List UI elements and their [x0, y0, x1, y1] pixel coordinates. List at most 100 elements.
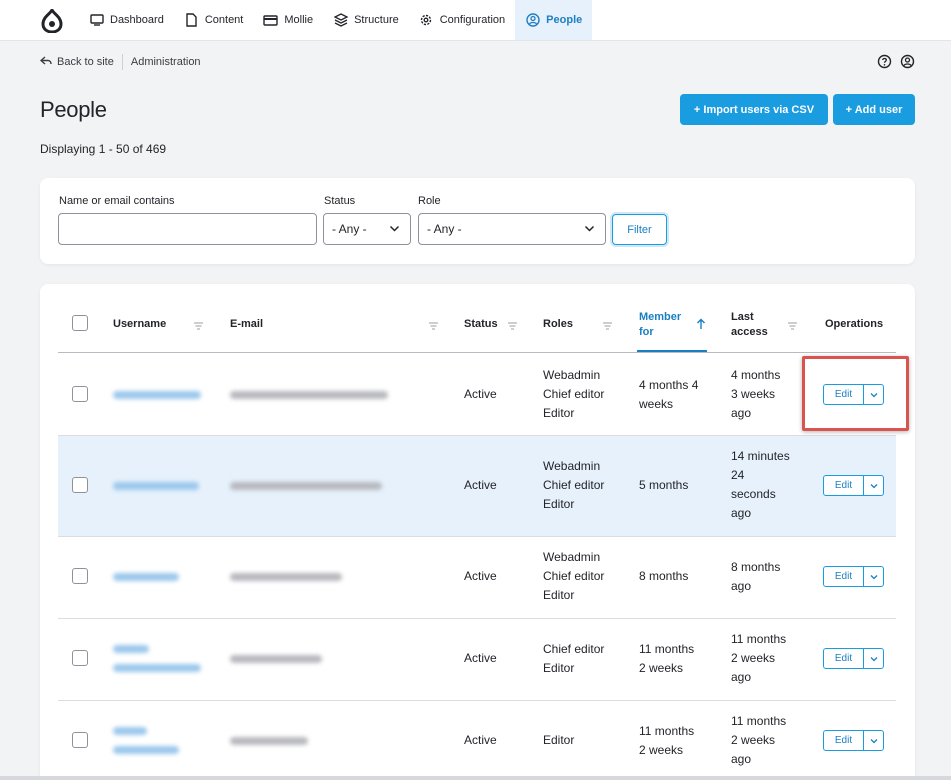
- role-select[interactable]: - Any -: [418, 213, 606, 245]
- row-checkbox[interactable]: [72, 386, 88, 402]
- edit-dropbutton: Edit: [823, 648, 884, 669]
- toolbar-item-label: Dashboard: [110, 14, 164, 26]
- highlight-box: [802, 356, 909, 431]
- toolbar-item-label: Content: [204, 14, 244, 26]
- page-title: People: [40, 97, 107, 122]
- role-item: Chief editor: [543, 569, 605, 583]
- toolbar-item-dashboard[interactable]: Dashboard: [79, 0, 174, 40]
- role-item: Chief editor: [543, 387, 605, 401]
- status-select[interactable]: - Any -: [323, 213, 411, 245]
- toolbar-item-configuration[interactable]: Configuration: [409, 0, 515, 40]
- toolbar-item-label: Mollie: [284, 14, 314, 26]
- role-item: Editor: [543, 497, 575, 511]
- gear-icon: [419, 13, 434, 28]
- sort-ascending-icon[interactable]: [696, 317, 706, 335]
- row-checkbox[interactable]: [72, 650, 88, 666]
- help-icon[interactable]: [877, 54, 892, 72]
- toolbar-item-people[interactable]: People: [515, 0, 593, 40]
- row-checkbox[interactable]: [72, 477, 88, 493]
- chevron-down-icon: [584, 223, 595, 237]
- role-select-value: - Any -: [427, 222, 462, 236]
- last-access-line: 3 weeks: [731, 387, 776, 401]
- edit-button[interactable]: Edit: [824, 649, 864, 668]
- last-access-value: 4 months 3 weeks ago: [731, 366, 780, 423]
- edit-dropbutton: Edit: [823, 566, 884, 587]
- role-item: Webadmin: [543, 368, 601, 382]
- chevron-down-icon: [389, 223, 400, 237]
- secondary-toolbar: Back to site Administration: [0, 41, 951, 83]
- toolbar-item-structure[interactable]: Structure: [323, 0, 409, 40]
- column-header-roles: Roles: [543, 318, 573, 330]
- column-header-member-for[interactable]: Member for: [639, 310, 681, 340]
- email-value: [230, 482, 382, 490]
- name-email-input[interactable]: [58, 213, 317, 245]
- back-to-site-link[interactable]: Back to site: [39, 55, 114, 69]
- toolbar-item-mollie[interactable]: Mollie: [253, 0, 323, 40]
- last-access-value: 11 months 2 weeks ago: [731, 630, 786, 687]
- header-line: Member: [639, 311, 682, 323]
- edit-button[interactable]: Edit: [824, 476, 864, 495]
- last-access-line: 8 months: [731, 560, 781, 574]
- sort-icon[interactable]: [787, 318, 798, 336]
- username-link[interactable]: [113, 645, 149, 653]
- row-divider: [58, 536, 896, 537]
- admin-toolbar: Dashboard Content Mollie Structure Confi…: [0, 0, 951, 41]
- row-checkbox[interactable]: [72, 568, 88, 584]
- last-access-line: 2 weeks: [731, 651, 776, 665]
- column-header-status[interactable]: Status: [464, 318, 498, 330]
- username-link[interactable]: [113, 482, 199, 490]
- toolbar-item-label: Structure: [354, 14, 399, 26]
- username-link[interactable]: [113, 727, 147, 735]
- row-checkbox[interactable]: [72, 732, 88, 748]
- username-link[interactable]: [113, 664, 201, 672]
- member-for-line: 11 months: [639, 724, 695, 738]
- sort-icon[interactable]: [507, 318, 518, 336]
- last-access-value: 8 months ago: [731, 558, 780, 596]
- roles-value: Webadmin Chief editor Editor: [543, 548, 604, 605]
- column-header-username[interactable]: Username: [113, 318, 166, 330]
- user-account-icon[interactable]: [900, 54, 915, 72]
- chevron-down-icon[interactable]: [864, 731, 883, 750]
- member-for-line: 2 weeks: [639, 743, 684, 757]
- edit-dropbutton: Edit: [823, 475, 884, 496]
- chevron-down-icon[interactable]: [864, 649, 883, 668]
- chevron-down-icon[interactable]: [864, 567, 883, 586]
- username-link[interactable]: [113, 746, 179, 754]
- username-link[interactable]: [113, 391, 201, 399]
- toolbar-item-content[interactable]: Content: [174, 0, 254, 40]
- filter-button[interactable]: Filter: [612, 214, 667, 245]
- status-value: Active: [464, 478, 497, 492]
- credit-card-icon: [263, 13, 279, 28]
- column-header-email[interactable]: E-mail: [230, 318, 263, 330]
- sort-icon[interactable]: [428, 318, 439, 336]
- sort-icon[interactable]: [193, 318, 204, 336]
- secondary-right-actions: [877, 54, 915, 72]
- status-filter-label: Status: [324, 195, 356, 207]
- user-circle-icon: [525, 13, 540, 28]
- edit-button[interactable]: Edit: [824, 731, 864, 750]
- username-link[interactable]: [113, 573, 179, 581]
- status-select-value: - Any -: [332, 222, 367, 236]
- administration-link[interactable]: Administration: [131, 56, 201, 68]
- toolbar-item-label: People: [546, 14, 583, 26]
- column-header-last-access[interactable]: Last access: [731, 310, 768, 340]
- drupal-logo-icon[interactable]: [33, 0, 71, 41]
- last-access-line: 11 months: [731, 632, 787, 646]
- header-line: Last: [731, 311, 754, 323]
- status-value: Active: [464, 569, 497, 583]
- sort-icon[interactable]: [602, 318, 613, 336]
- status-value: Active: [464, 387, 497, 401]
- edit-button[interactable]: Edit: [824, 567, 864, 586]
- back-to-site-label: Back to site: [57, 56, 114, 68]
- add-user-button[interactable]: + Add user: [833, 94, 915, 125]
- member-for-line: 4 months 4: [639, 378, 699, 392]
- divider: [121, 54, 123, 70]
- header-line: for: [639, 326, 654, 338]
- chevron-down-icon[interactable]: [864, 476, 883, 495]
- back-arrow-icon: [39, 55, 52, 69]
- toolbar-item-label: Configuration: [439, 14, 506, 26]
- select-all-checkbox[interactable]: [72, 315, 88, 331]
- layers-icon: [333, 13, 348, 28]
- last-access-line: ago: [731, 406, 752, 420]
- import-users-csv-button[interactable]: + Import users via CSV: [680, 94, 828, 125]
